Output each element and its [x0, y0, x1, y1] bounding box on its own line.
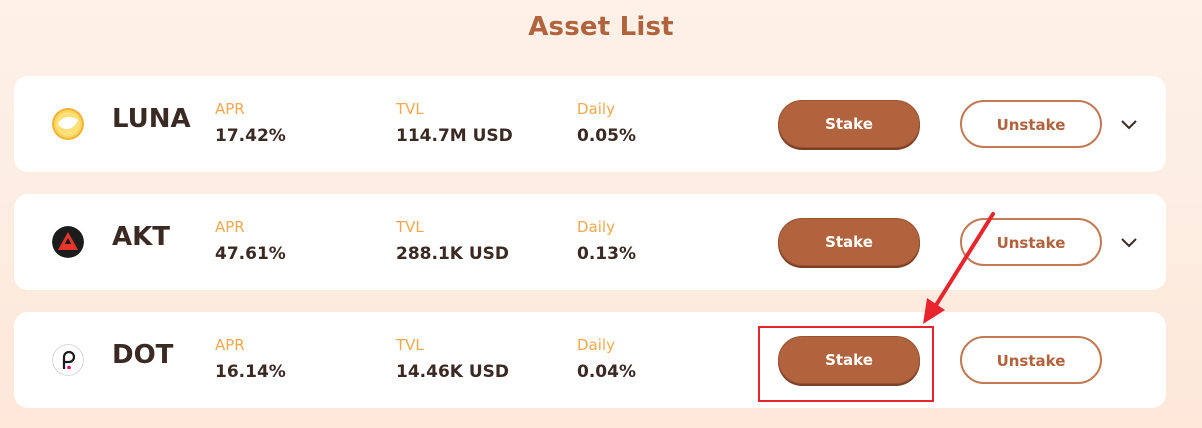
- daily-label: Daily: [577, 100, 615, 118]
- apr-label: APR: [215, 336, 245, 354]
- polkadot-coin-icon: [52, 344, 84, 376]
- daily-value: 0.05%: [577, 126, 636, 146]
- asset-symbol: AKT: [112, 222, 171, 252]
- daily-value: 0.13%: [577, 244, 636, 264]
- daily-label: Daily: [577, 336, 615, 354]
- stake-button-luna[interactable]: Stake: [778, 100, 920, 148]
- daily-label: Daily: [577, 218, 615, 236]
- unstake-button-luna[interactable]: Unstake: [960, 100, 1102, 148]
- tvl-value: 14.46K USD: [396, 362, 510, 382]
- tvl-value: 114.7M USD: [396, 126, 513, 146]
- chevron-down-icon[interactable]: [1118, 113, 1140, 135]
- asset-symbol: DOT: [112, 340, 174, 370]
- unstake-button-dot[interactable]: Unstake: [960, 336, 1102, 384]
- page-title: Asset List: [528, 12, 674, 42]
- stake-button-akt[interactable]: Stake: [778, 218, 920, 266]
- daily-value: 0.04%: [577, 362, 636, 382]
- tvl-value: 288.1K USD: [396, 244, 510, 264]
- apr-value: 17.42%: [215, 126, 286, 146]
- apr-label: APR: [215, 100, 245, 118]
- highlight-box: [758, 326, 934, 402]
- apr-value: 47.61%: [215, 244, 286, 264]
- luna-coin-icon: [52, 108, 84, 140]
- asset-row-luna: LUNA APR 17.42% TVL 114.7M USD Daily 0.0…: [14, 76, 1166, 172]
- akash-coin-icon: [52, 226, 84, 258]
- tvl-label: TVL: [396, 336, 424, 354]
- tvl-label: TVL: [396, 218, 424, 236]
- tvl-label: TVL: [396, 100, 424, 118]
- chevron-down-icon[interactable]: [1118, 231, 1140, 253]
- asset-symbol: LUNA: [112, 104, 191, 134]
- annotation-arrow-icon: [923, 212, 995, 324]
- apr-label: APR: [215, 218, 245, 236]
- apr-value: 16.14%: [215, 362, 286, 382]
